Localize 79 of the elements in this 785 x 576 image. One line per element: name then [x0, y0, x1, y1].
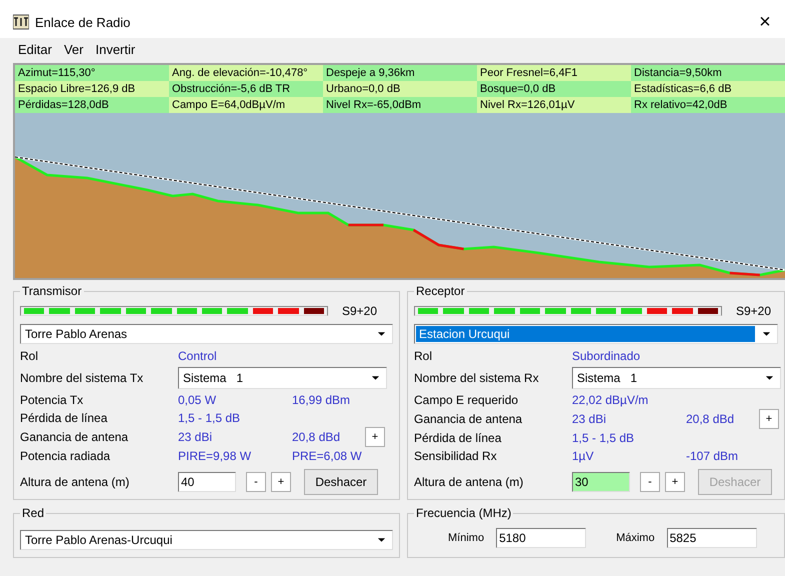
field-value: -107 dBm [686, 448, 740, 465]
increase-button[interactable]: + [271, 472, 291, 492]
summary-cell: Ang. de elevación=-10,478° [169, 65, 323, 81]
field-label: Rol [414, 348, 434, 365]
field-label: Mínimo [448, 532, 484, 544]
summary-cell: Pérdidas=128,0dB [15, 97, 169, 113]
summary-cell: Rx relativo=42,0dB [631, 97, 785, 113]
field-label: Máximo [616, 532, 655, 544]
field-label: Ganancia de antena [20, 429, 130, 446]
summary-cell: Estadísticas=6,6 dB [631, 81, 785, 97]
dropdown-arrow-icon [377, 331, 386, 337]
field-label: Pérdida de línea [20, 410, 108, 427]
field-value: 20,8 dBd [292, 429, 342, 446]
group-title: Transmisor [21, 284, 83, 298]
dropdown-arrow-icon [371, 375, 380, 381]
summary-cell: Espacio Libre=126,9 dB [15, 81, 169, 97]
min-frequency-field[interactable]: 5180 [496, 528, 586, 548]
decrease-button[interactable]: - [640, 472, 660, 492]
summary-cell: Distancia=9,50km [631, 65, 785, 81]
station-dropdown[interactable]: Torre Pablo Arenas [20, 324, 393, 344]
summary-cell: Urbano=0,0 dB [323, 81, 477, 97]
group-title: Red [21, 506, 46, 520]
dropdown-arrow-icon [377, 537, 386, 543]
network-dropdown[interactable]: Torre Pablo Arenas-Urcuqui [20, 530, 393, 550]
system-dropdown[interactable]: Sistema 1 [572, 367, 781, 389]
window-title: Enlace de Radio [35, 14, 132, 30]
dropdown-arrow-icon [765, 375, 774, 381]
summary-cell: Nivel Rx=126,01µV [477, 97, 631, 113]
summary-cell: Peor Fresnel=6,4F1 [477, 65, 631, 81]
menu-item[interactable]: Invertir [95, 42, 136, 56]
field-value: 22,02 dBµV/m [572, 392, 650, 409]
menu-item[interactable]: Editar [18, 42, 52, 56]
max-frequency-field[interactable]: 5825 [666, 528, 757, 548]
meter-reading: S9+20 [342, 304, 378, 318]
field-label: Potencia Tx [20, 392, 84, 409]
system-dropdown[interactable]: Sistema 1 [178, 367, 387, 389]
summary-cell: Nivel Rx=-65,0dBm [323, 97, 477, 113]
antenna-height-field[interactable]: 30 [572, 472, 630, 492]
group-title: Frecuencia (MHz) [415, 506, 512, 520]
field-label: Nombre del sistema Tx [20, 370, 144, 387]
decrease-button[interactable]: - [246, 472, 266, 492]
field-value: 1,5 - 1,5 dB [572, 430, 636, 447]
dropdown-arrow-icon [762, 331, 771, 337]
field-label: Ganancia de antena [414, 411, 524, 428]
summary-cell: Obstrucción=-5,6 dB TR [169, 81, 323, 97]
field-value: Subordinado [572, 348, 642, 365]
field-label: Altura de antena (m) [414, 474, 524, 491]
summary-cell: Azimut=115,30° [15, 65, 169, 81]
field-label: Campo E requerido [414, 392, 520, 409]
close-button[interactable]: × [745, 10, 785, 34]
field-value: 1µV [572, 448, 595, 465]
meter-reading: S9+20 [736, 304, 772, 318]
field-value: 1,5 - 1,5 dB [178, 410, 242, 427]
field-label: Altura de antena (m) [20, 474, 130, 491]
app-icon [13, 14, 29, 30]
field-value: 16,99 dBm [292, 392, 352, 409]
field-value: 20,8 dBd [686, 411, 736, 428]
field-value: 23 dBi [178, 429, 214, 446]
antenna-height-field[interactable]: 40 [178, 472, 236, 492]
increase-button[interactable]: + [665, 472, 685, 492]
plus-button[interactable]: + [759, 409, 779, 429]
summary-cell: Bosque=0,0 dB [477, 81, 631, 97]
menu-item[interactable]: Ver [64, 42, 84, 56]
summary-cell: Campo E=64,0dBµV/m [169, 97, 323, 113]
plus-button[interactable]: + [365, 427, 385, 447]
undo-button[interactable]: Deshacer [304, 469, 378, 495]
field-value: PIRE=9,98 W [178, 448, 252, 465]
station-dropdown[interactable]: Estacion Urcuqui [414, 324, 778, 344]
field-label: Nombre del sistema Rx [414, 370, 540, 387]
field-label: Pérdida de línea [414, 430, 502, 447]
field-value: 0,05 W [178, 392, 218, 409]
field-label: Rol [20, 348, 40, 365]
summary-cell: Despeje a 9,36km [323, 65, 477, 81]
field-value: 23 dBi [572, 411, 608, 428]
field-label: Potencia radiada [20, 448, 112, 465]
field-value: Control [178, 348, 218, 365]
field-label: Sensibilidad Rx [414, 448, 498, 465]
group-title: Receptor [415, 284, 466, 298]
field-value: PRE=6,08 W [292, 448, 363, 465]
